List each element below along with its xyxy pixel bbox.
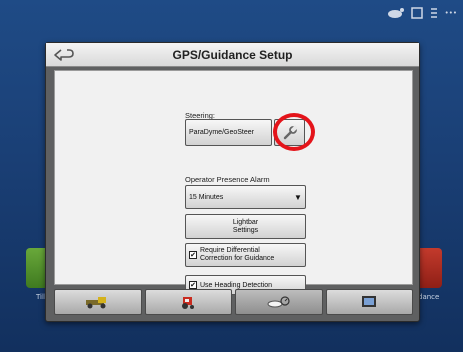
dialog-title: GPS/Guidance Setup: [172, 47, 293, 62]
display-icon: [410, 7, 423, 19]
differential-checkbox[interactable]: ✔ Require Differential Correction for Gu…: [185, 243, 306, 267]
back-arrow-icon: [54, 48, 74, 61]
tractor-icon: [182, 297, 195, 309]
tab-tractor[interactable]: [144, 289, 232, 315]
guidance-tile-label: dance: [418, 293, 440, 301]
alarm-value: 15 Minutes: [189, 193, 224, 201]
steering-value: ParaDyme/GeoSteer: [189, 129, 254, 136]
satellite-icon: [387, 8, 404, 18]
tab-display[interactable]: [325, 289, 413, 315]
heading-label: Use Heading Detection: [200, 281, 272, 289]
tab-bar: [54, 289, 413, 315]
dialog-header: GPS/Guidance Setup: [46, 43, 419, 67]
checkbox-icon: ✔: [189, 281, 197, 289]
tab-implement[interactable]: [54, 289, 142, 315]
signal-text: •••: [444, 9, 457, 17]
highlight-ring: [273, 113, 315, 151]
lightbar-label-line1: Lightbar: [232, 218, 259, 226]
lightbar-settings-button[interactable]: Lightbar Settings: [185, 214, 306, 239]
differential-label-line2: Correction for Guidance: [200, 255, 275, 262]
alarm-label: Operator Presence Alarm: [185, 175, 270, 184]
tab-gps[interactable]: [235, 289, 323, 315]
implement-icon: [85, 297, 106, 309]
dropdown-arrow-icon: ▼: [294, 192, 302, 202]
status-bar: •••: [387, 2, 457, 24]
gps-guidance-dialog: GPS/Guidance Setup Steering: ParaDyme/Ge…: [45, 42, 420, 322]
checkbox-icon: ✔: [189, 251, 197, 259]
back-button[interactable]: [52, 46, 76, 63]
alarm-dropdown[interactable]: 15 Minutes ▼: [185, 185, 306, 209]
display-unit-icon: [362, 296, 377, 307]
differential-label: Require Differential Correction for Guid…: [200, 247, 274, 263]
differential-label-line1: Require Differential: [200, 247, 260, 254]
lightbar-label-line2: Settings: [232, 226, 259, 234]
steering-button[interactable]: ParaDyme/GeoSteer: [185, 119, 272, 146]
gps-receiver-icon: [267, 296, 290, 308]
settings-panel: Steering: ParaDyme/GeoSteer Operator Pre…: [54, 70, 413, 295]
signal-icon: [430, 8, 437, 18]
